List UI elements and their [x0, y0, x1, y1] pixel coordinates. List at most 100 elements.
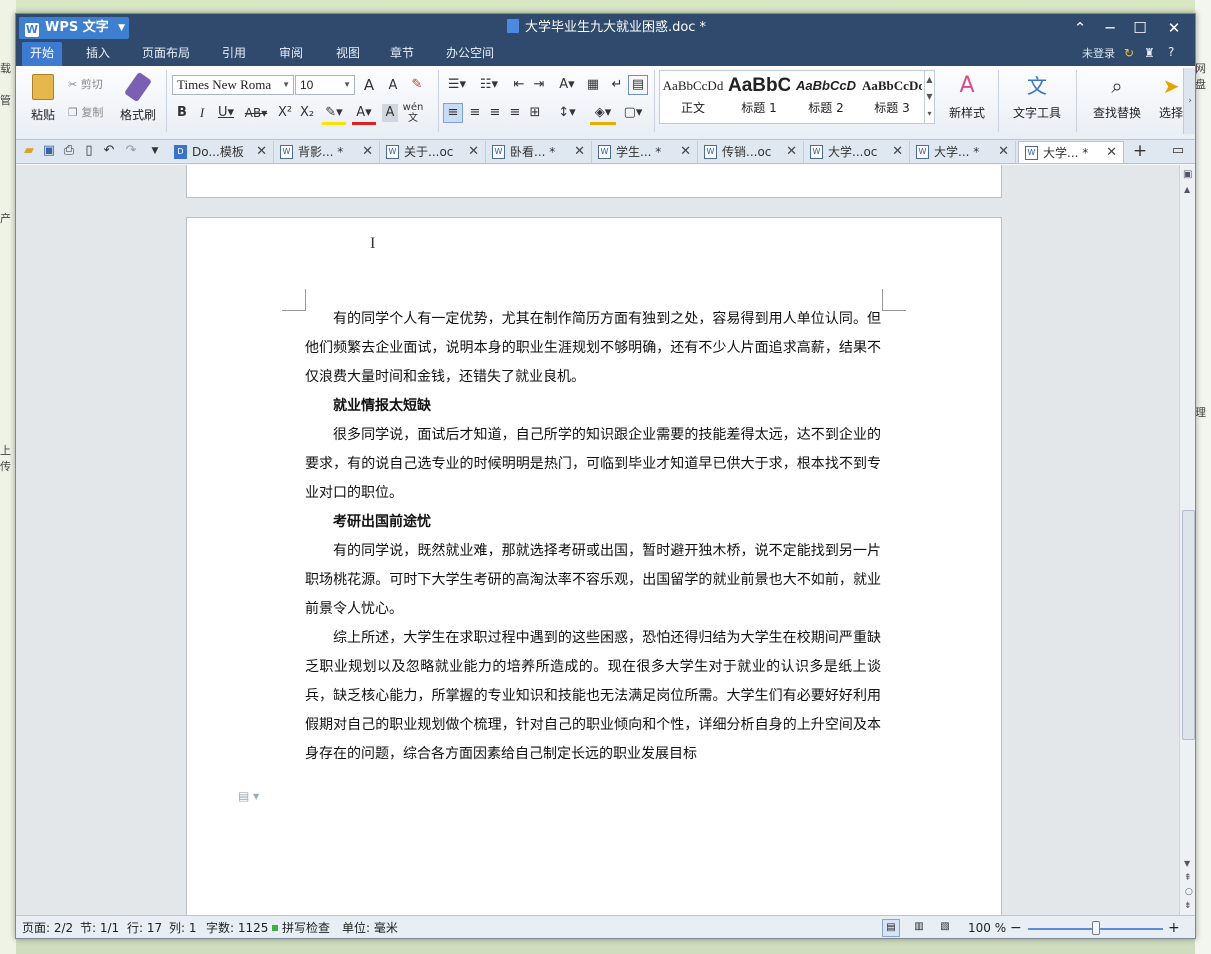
style-normal[interactable]: AaBbCcDd 正文 [661, 72, 725, 118]
print-icon[interactable]: ⎙ [60, 142, 78, 160]
new-tab-button[interactable]: + [1130, 142, 1150, 160]
highlight-icon[interactable]: ✎▾ [322, 104, 346, 125]
next-page-icon[interactable]: ⇟ [1184, 901, 1192, 911]
scroll-up-icon[interactable]: ▲ [1184, 185, 1190, 194]
tab-insert[interactable]: 插入 [80, 42, 116, 66]
save-icon[interactable]: ▣ [40, 142, 58, 160]
superscript-icon[interactable]: X² [276, 104, 294, 122]
shading-icon[interactable]: ◈▾ [590, 104, 616, 125]
close-icon[interactable]: ✕ [574, 141, 585, 163]
zoom-out-button[interactable]: − [1010, 916, 1022, 938]
status-page[interactable]: 页面: 2/2 [22, 916, 73, 938]
zoom-slider-handle[interactable] [1091, 921, 1100, 935]
vertical-scrollbar[interactable]: ▣ ▲ ▼ ⇞ ○ ⇟ [1179, 165, 1195, 915]
copy-button[interactable]: ❐ 复制 [68, 104, 116, 120]
browse-object-icon[interactable]: ○ [1185, 887, 1193, 897]
doc-tab[interactable]: W 关于...oc ✕ [380, 141, 486, 163]
grow-font-icon[interactable]: A [360, 76, 378, 94]
doc-tab-active[interactable]: W 大学... * ✕ [1018, 141, 1124, 163]
scrollbar-thumb[interactable] [1182, 510, 1195, 740]
open-folder-icon[interactable]: ▰ [20, 142, 38, 160]
close-icon[interactable]: ✕ [362, 141, 373, 163]
document-body[interactable]: 有的同学个人有一定优势，尤其在制作简历方面有独到之处，容易得到用人单位认同。但他… [305, 305, 881, 769]
tab-list-icon[interactable]: ▭ [1168, 142, 1188, 160]
doc-tab[interactable]: W 学生... * ✕ [592, 141, 698, 163]
doc-tab[interactable]: D Do...模板 ✕ [168, 141, 274, 163]
find-replace-button[interactable]: ⌕ 查找替换 [1084, 72, 1150, 124]
scroll-options-icon[interactable]: ▣ [1183, 169, 1192, 180]
style-gallery-scroll[interactable]: ▲ ▼ ▾ [924, 71, 934, 123]
previous-page-icon[interactable]: ⇞ [1184, 873, 1192, 883]
close-icon[interactable]: ✕ [998, 141, 1009, 163]
table-icon[interactable]: ▦ [584, 76, 602, 94]
font-color-icon[interactable]: A▾ [352, 104, 376, 125]
close-icon[interactable]: ✕ [892, 141, 903, 163]
web-view-icon[interactable]: ▧ [936, 919, 954, 937]
tab-chapter[interactable]: 章节 [384, 42, 420, 66]
help-button[interactable]: ? [1168, 45, 1174, 59]
increase-indent-icon[interactable]: ⇥ [530, 76, 548, 94]
section-heading[interactable]: 就业情报太短缺 [305, 392, 881, 421]
char-shading-icon[interactable]: A [382, 104, 398, 122]
style-heading-1[interactable]: AaBbC 标题 1 [727, 72, 791, 118]
align-center-icon[interactable]: ≡ [466, 104, 484, 122]
tab-page-layout[interactable]: 页面布局 [138, 42, 194, 66]
select-button[interactable]: ➤ 选择 [1156, 72, 1186, 124]
skin-icon[interactable]: ↻ [1124, 46, 1134, 60]
doc-tab[interactable]: W 卧看... * ✕ [486, 141, 592, 163]
tab-home[interactable]: 开始 [22, 42, 62, 66]
paragraph[interactable]: 很多同学说，面试后才知道，自己所学的知识跟企业需要的技能差得太远，达不到企业的要… [305, 421, 881, 508]
spell-check-toggle[interactable]: 拼写检查 [272, 916, 330, 938]
close-icon[interactable]: ✕ [468, 141, 479, 163]
shrink-font-icon[interactable]: A [384, 77, 402, 95]
close-button[interactable]: ✕ [1159, 14, 1189, 42]
doc-tab[interactable]: W 传销...oc ✕ [698, 141, 804, 163]
minimize-button[interactable]: ─ [1095, 14, 1125, 42]
close-icon[interactable]: ✕ [786, 141, 797, 163]
wps-app-menu-button[interactable]: W WPS 文字 ▼ [19, 17, 129, 39]
paragraph-mark-icon[interactable]: ↵ [608, 76, 626, 94]
decrease-indent-icon[interactable]: ⇤ [510, 76, 528, 94]
show-markup-icon[interactable]: ▤ [628, 75, 648, 95]
subscript-icon[interactable]: X₂ [298, 104, 316, 122]
doc-tab[interactable]: W 大学... * ✕ [910, 141, 1016, 163]
quick-access-dropdown[interactable]: ▼ [146, 142, 164, 160]
clear-format-icon[interactable]: ✎ [408, 76, 426, 94]
redo-icon[interactable]: ↷ [122, 142, 140, 160]
text-direction-icon[interactable]: A▾ [554, 76, 580, 94]
print-preview-icon[interactable]: ▯ [80, 142, 98, 160]
ribbon-scroll-right[interactable]: › [1183, 68, 1195, 134]
format-painter-button[interactable]: 格式刷 [116, 71, 160, 124]
tab-review[interactable]: 审阅 [273, 42, 309, 66]
doc-tab[interactable]: W 大学...oc ✕ [804, 141, 910, 163]
paste-button[interactable]: 粘贴 [24, 72, 62, 124]
close-icon[interactable]: ✕ [680, 141, 691, 163]
style-heading-2[interactable]: AaBbCcD 标题 2 [793, 72, 859, 118]
italic-icon[interactable]: I [194, 104, 210, 122]
zoom-level[interactable]: 100 % [968, 916, 1006, 938]
font-name-select[interactable]: Times New Roma ▼ [172, 75, 294, 95]
bold-icon[interactable]: B [174, 104, 190, 122]
distribute-icon[interactable]: ⊞ [526, 104, 544, 122]
page-view-icon[interactable]: ▤ [882, 919, 900, 937]
outline-view-icon[interactable]: ▥ [910, 919, 928, 937]
login-status[interactable]: 未登录 [1082, 42, 1115, 66]
paste-options-icon[interactable]: ▤ ▾ [238, 789, 259, 803]
doc-tab[interactable]: W 背影... * ✕ [274, 141, 380, 163]
document-canvas[interactable]: I 有的同学个人有一定优势，尤其在制作简历方面有独到之处，容易得到用人单位认同。… [16, 165, 1179, 917]
text-tools-button[interactable]: 文 文字工具 [1006, 72, 1068, 124]
strikethrough-icon[interactable]: AB▾ [242, 104, 270, 122]
paragraph[interactable]: 综上所述，大学生在求职过程中遇到的这些困惑，恐怕还得归结为大学生在校期间严重缺乏… [305, 624, 881, 769]
zoom-in-button[interactable]: + [1168, 916, 1180, 938]
style-heading-3[interactable]: AaBbCcDc 标题 3 [861, 72, 923, 118]
tab-office-space[interactable]: 办公空间 [442, 42, 498, 66]
collapse-ribbon-button[interactable]: ⌃ [1065, 14, 1095, 42]
line-spacing-icon[interactable]: ↕▾ [554, 104, 580, 122]
shirt-icon[interactable]: ♜ [1144, 46, 1155, 60]
borders-icon[interactable]: ▢▾ [620, 104, 646, 122]
underline-icon[interactable]: U▾ [214, 104, 238, 122]
align-left-icon[interactable]: ≡ [443, 103, 463, 123]
status-word-count[interactable]: 字数: 1125 [206, 916, 268, 938]
tab-view[interactable]: 视图 [330, 42, 366, 66]
bullet-list-icon[interactable]: ☰▾ [444, 76, 470, 94]
